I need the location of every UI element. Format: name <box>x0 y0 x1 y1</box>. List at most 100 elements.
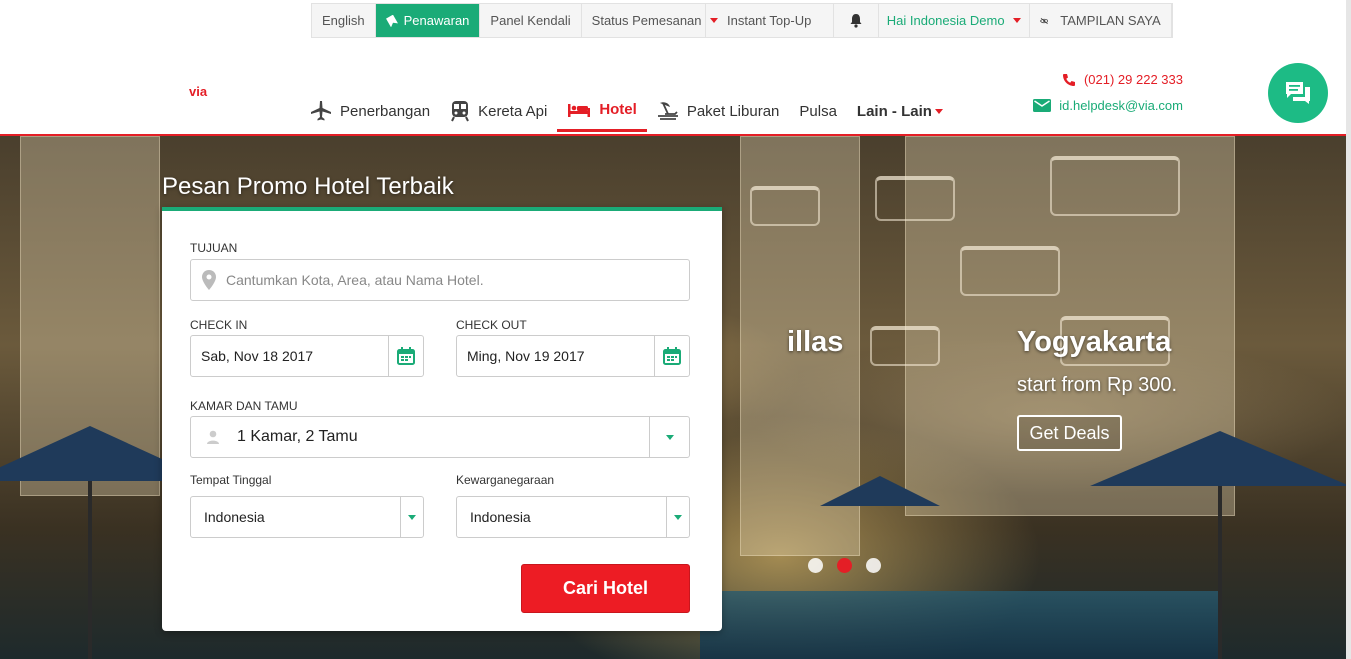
language-selector[interactable]: English <box>312 4 376 37</box>
promo-link[interactable]: Penawaran <box>375 4 481 37</box>
search-card-title: Pesan Promo Hotel Terbaik <box>162 173 454 200</box>
user-menu[interactable]: Hai Indonesia Demo <box>879 4 1030 37</box>
rooms-guests-dropdown-toggle[interactable] <box>649 417 689 457</box>
nav-train[interactable]: Kereta Api <box>440 90 557 132</box>
rooms-guests-value: 1 Kamar, 2 Tamu <box>237 428 358 445</box>
nationality-dropdown-toggle[interactable] <box>666 497 689 537</box>
bed-icon <box>568 103 591 117</box>
beach-icon <box>657 102 678 120</box>
carousel-dot-active[interactable] <box>837 558 852 573</box>
balcony-decoration <box>870 326 940 366</box>
contact-email[interactable]: id.helpdesk@via.com <box>1033 98 1183 113</box>
phone-number: (021) 29 222 333 <box>1083 72 1183 87</box>
caret-down-icon <box>1012 18 1021 23</box>
checkin-date-field[interactable]: Sab, Nov 18 2017 <box>190 335 424 377</box>
caret-down-icon <box>665 434 674 440</box>
nav-hotel-label: Hotel <box>599 101 637 118</box>
get-deals-label: Get Deals <box>1029 422 1110 443</box>
balcony-decoration <box>875 176 955 221</box>
page-scrollbar[interactable] <box>1346 0 1351 659</box>
umbrella-pole <box>1218 486 1222 659</box>
checkin-label: CHECK IN <box>190 318 248 332</box>
chat-button[interactable] <box>1268 63 1328 123</box>
nav-holiday-label: Paket Liburan <box>686 102 780 120</box>
search-hotel-button[interactable]: Cari Hotel <box>521 564 690 613</box>
main-nav: Penerbangan Kereta Api Hotel Paket Libur… <box>300 90 953 136</box>
umbrella-illustration <box>820 476 940 506</box>
previous-slide-title: illas <box>787 326 844 358</box>
umbrella-illustration <box>1090 431 1350 486</box>
destination-placeholder: Cantumkan Kota, Area, atau Nama Hotel. <box>226 272 484 288</box>
nav-train-label: Kereta Api <box>478 102 548 120</box>
phone-icon <box>1062 73 1075 86</box>
topup-label: Instant Top-Up <box>727 13 812 28</box>
checkout-label: CHECK OUT <box>456 318 527 332</box>
carousel-dot[interactable] <box>866 558 881 573</box>
rooms-guests-label: KAMAR DAN TAMU <box>190 399 298 413</box>
nav-flights[interactable]: Penerbangan <box>300 90 440 132</box>
nav-pulsa[interactable]: Pulsa <box>789 90 847 132</box>
top-utility-bar: English Penawaran Panel Kendali Status P… <box>311 3 1173 38</box>
checkout-value: Ming, Nov 19 2017 <box>467 348 585 364</box>
calendar-icon <box>663 347 681 365</box>
promo-label: Penawaran <box>403 13 470 28</box>
mail-icon <box>1033 99 1052 112</box>
topup-link[interactable]: Instant Top-Up <box>706 4 834 37</box>
view-label: TAMPILAN SAYA <box>1060 13 1161 28</box>
checkout-date-field[interactable]: Ming, Nov 19 2017 <box>456 335 690 377</box>
bookmark-icon <box>385 14 398 27</box>
nationality-value: Indonesia <box>470 509 531 525</box>
residence-select[interactable]: Indonesia <box>190 496 424 538</box>
residence-dropdown-toggle[interactable] <box>400 497 423 537</box>
residence-label: Tempat Tinggal <box>190 473 272 487</box>
checkin-calendar-button[interactable] <box>388 336 423 376</box>
balcony-decoration <box>960 246 1060 296</box>
rooms-guests-select[interactable]: 1 Kamar, 2 Tamu <box>190 416 690 458</box>
logo-text: via <box>189 84 208 99</box>
residence-value: Indonesia <box>204 509 265 525</box>
nav-hotel[interactable]: Hotel <box>557 90 647 132</box>
balcony-decoration <box>750 186 820 226</box>
destination-label: TUJUAN <box>190 241 238 255</box>
bell-icon <box>850 14 862 28</box>
slide-title: Yogyakarta <box>1017 326 1172 358</box>
umbrella-pole <box>88 481 92 659</box>
carousel-dot[interactable] <box>808 558 823 573</box>
eye-off-icon <box>1039 17 1049 24</box>
hotel-search-form: TUJUAN Cantumkan Kota, Area, atau Nama H… <box>162 207 722 631</box>
email-address: id.helpdesk@via.com <box>1059 98 1183 113</box>
person-icon <box>207 430 219 444</box>
destination-input[interactable]: Cantumkan Kota, Area, atau Nama Hotel. <box>190 259 690 301</box>
train-icon <box>451 101 469 122</box>
dashboard-link[interactable]: Panel Kendali <box>480 4 582 37</box>
nav-holiday[interactable]: Paket Liburan <box>647 90 790 132</box>
airplane-icon <box>311 101 331 121</box>
balcony-decoration <box>1050 156 1180 216</box>
nationality-label: Kewarganegaraan <box>456 473 555 487</box>
caret-down-icon <box>934 108 943 114</box>
checkout-calendar-button[interactable] <box>654 336 689 376</box>
checkin-value: Sab, Nov 18 2017 <box>201 348 314 364</box>
get-deals-button[interactable]: Get Deals <box>1017 415 1122 451</box>
nav-flights-label: Penerbangan <box>340 102 431 120</box>
calendar-icon <box>397 347 415 365</box>
nav-pulsa-label: Pulsa <box>799 102 837 120</box>
caret-down-icon <box>408 514 416 520</box>
nav-others[interactable]: Lain - Lain <box>847 90 953 132</box>
search-hotel-label: Cari Hotel <box>562 578 649 598</box>
carousel-dots <box>808 558 895 573</box>
view-toggle[interactable]: TAMPILAN SAYA <box>1030 4 1172 37</box>
language-label: English <box>322 13 365 28</box>
user-name: Hai Indonesia Demo <box>886 13 1005 28</box>
brand-logo[interactable]: via <box>189 84 207 99</box>
nationality-select[interactable]: Indonesia <box>456 496 690 538</box>
slide-subtitle: start from Rp 300. <box>1017 374 1178 396</box>
notifications-button[interactable] <box>834 4 879 37</box>
chat-icon <box>1286 82 1310 104</box>
contact-phone[interactable]: (021) 29 222 333 <box>1062 72 1183 87</box>
booking-status-dropdown[interactable]: Status Pemesanan <box>582 4 718 37</box>
map-pin-icon <box>202 270 216 290</box>
caret-down-icon <box>674 514 682 520</box>
pool-illustration <box>700 591 1220 659</box>
dashboard-label: Panel Kendali <box>490 13 571 28</box>
